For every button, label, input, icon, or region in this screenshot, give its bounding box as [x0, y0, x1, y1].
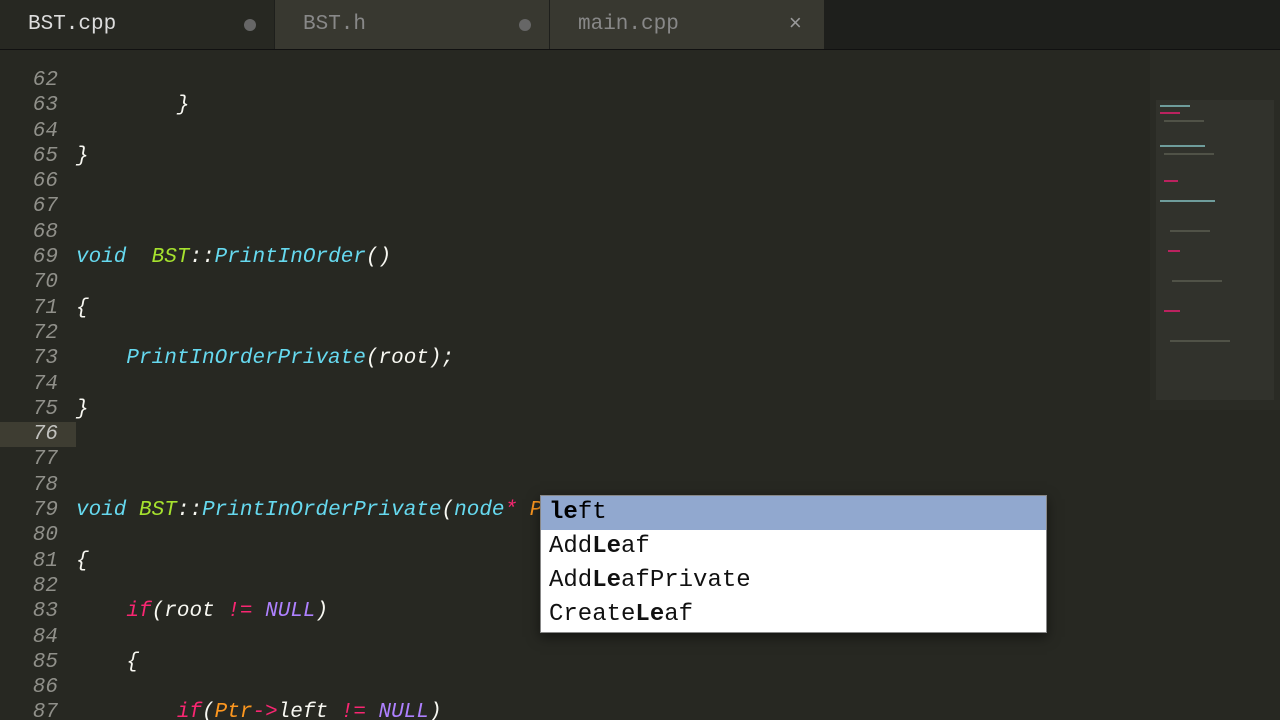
member: left — [278, 701, 328, 720]
line-number: 87 — [0, 700, 58, 720]
close-icon[interactable]: × — [785, 12, 806, 37]
minimap-stripe — [1170, 340, 1230, 342]
dirty-dot-icon — [244, 19, 256, 31]
tab-label: main.cpp — [578, 13, 785, 36]
line-number: 73 — [0, 346, 58, 371]
tab-label: BST.h — [303, 13, 519, 36]
minimap[interactable] — [1150, 50, 1280, 410]
code-text: { — [76, 550, 89, 573]
editor[interactable]: 6263646566676869707172737475767778798081… — [0, 50, 1280, 720]
keyword-if: if — [177, 701, 202, 720]
line-number: 76 — [0, 422, 76, 447]
keyword-void: void — [76, 246, 126, 269]
tab-bst-cpp[interactable]: BST.cpp — [0, 0, 275, 49]
autocomplete-item[interactable]: left — [541, 496, 1046, 530]
tab-label: BST.cpp — [28, 13, 244, 36]
dirty-dot-icon — [519, 19, 531, 31]
identifier: root — [378, 347, 428, 370]
line-number: 70 — [0, 270, 58, 295]
minimap-stripe — [1160, 105, 1190, 107]
minimap-stripe — [1164, 310, 1180, 312]
line-number: 72 — [0, 321, 58, 346]
tab-bst-h[interactable]: BST.h — [275, 0, 550, 49]
line-number: 86 — [0, 675, 58, 700]
class-name: BST — [139, 499, 177, 522]
autocomplete-popup[interactable]: leftAddLeafAddLeafPrivateCreateLeaf — [540, 495, 1047, 633]
minimap-stripe — [1164, 153, 1214, 155]
line-number: 71 — [0, 296, 58, 321]
line-number: 62 — [0, 68, 58, 93]
function-call: PrintInOrderPrivate — [126, 347, 365, 370]
line-number: 65 — [0, 144, 58, 169]
line-number: 79 — [0, 498, 58, 523]
line-number: 78 — [0, 473, 58, 498]
class-name: BST — [152, 246, 190, 269]
minimap-stripe — [1164, 120, 1204, 122]
code-text: { — [76, 651, 139, 674]
autocomplete-item[interactable]: CreateLeaf — [541, 598, 1046, 632]
line-number: 69 — [0, 245, 58, 270]
minimap-stripe — [1164, 180, 1178, 182]
minimap-stripe — [1172, 280, 1222, 282]
identifier: Ptr — [215, 701, 253, 720]
line-number: 84 — [0, 625, 58, 650]
minimap-stripe — [1160, 112, 1180, 114]
function-name: PrintInOrderPrivate — [202, 499, 441, 522]
constant-null: NULL — [379, 701, 429, 720]
tab-bar: BST.cpp BST.h main.cpp × — [0, 0, 1280, 50]
code-text: } — [76, 145, 89, 168]
keyword-void: void — [76, 499, 126, 522]
function-name: PrintInOrder — [215, 246, 366, 269]
minimap-stripe — [1170, 230, 1210, 232]
autocomplete-item[interactable]: AddLeafPrivate — [541, 564, 1046, 598]
identifier: root — [164, 600, 214, 623]
code-text: } — [76, 398, 89, 421]
line-number: 66 — [0, 169, 58, 194]
line-number: 77 — [0, 447, 58, 472]
constant-null: NULL — [265, 600, 315, 623]
line-number: 81 — [0, 549, 58, 574]
minimap-stripe — [1168, 250, 1180, 252]
autocomplete-item[interactable]: AddLeaf — [541, 530, 1046, 564]
line-number: 82 — [0, 574, 58, 599]
tab-main-cpp[interactable]: main.cpp × — [550, 0, 825, 49]
minimap-stripe — [1160, 200, 1215, 202]
line-number: 68 — [0, 220, 58, 245]
line-number: 83 — [0, 599, 58, 624]
type-name: node — [454, 499, 504, 522]
line-number: 85 — [0, 650, 58, 675]
line-number: 74 — [0, 372, 58, 397]
line-number: 80 — [0, 523, 58, 548]
line-number: 63 — [0, 93, 58, 118]
line-number: 75 — [0, 397, 58, 422]
line-number: 64 — [0, 119, 58, 144]
minimap-stripe — [1160, 145, 1205, 147]
code-text: { — [76, 297, 89, 320]
keyword-if: if — [126, 600, 151, 623]
line-number-gutter: 6263646566676869707172737475767778798081… — [0, 50, 76, 720]
code-text: } — [76, 94, 189, 117]
line-number: 67 — [0, 194, 58, 219]
